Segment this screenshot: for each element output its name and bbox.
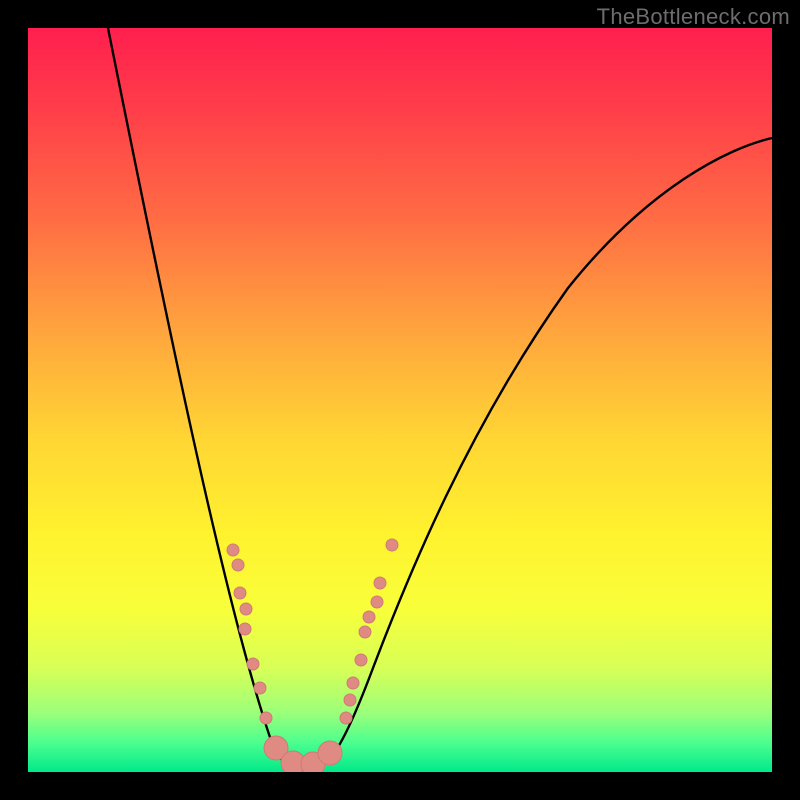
data-marker [340, 712, 352, 724]
plot-area [28, 28, 772, 772]
data-marker [344, 694, 356, 706]
bottleneck-curve [108, 28, 772, 770]
marker-group [227, 539, 398, 772]
data-marker [386, 539, 398, 551]
data-marker [363, 611, 375, 623]
data-marker [227, 544, 239, 556]
data-marker [254, 682, 266, 694]
data-marker [355, 654, 367, 666]
data-marker [247, 658, 259, 670]
data-marker [374, 577, 386, 589]
data-marker [371, 596, 383, 608]
data-marker [239, 623, 251, 635]
data-marker [240, 603, 252, 615]
data-marker [232, 559, 244, 571]
data-marker [260, 712, 272, 724]
data-marker [318, 741, 342, 765]
data-marker [359, 626, 371, 638]
watermark-text: TheBottleneck.com [597, 4, 790, 30]
chart-svg [28, 28, 772, 772]
data-marker [234, 587, 246, 599]
data-marker [347, 677, 359, 689]
